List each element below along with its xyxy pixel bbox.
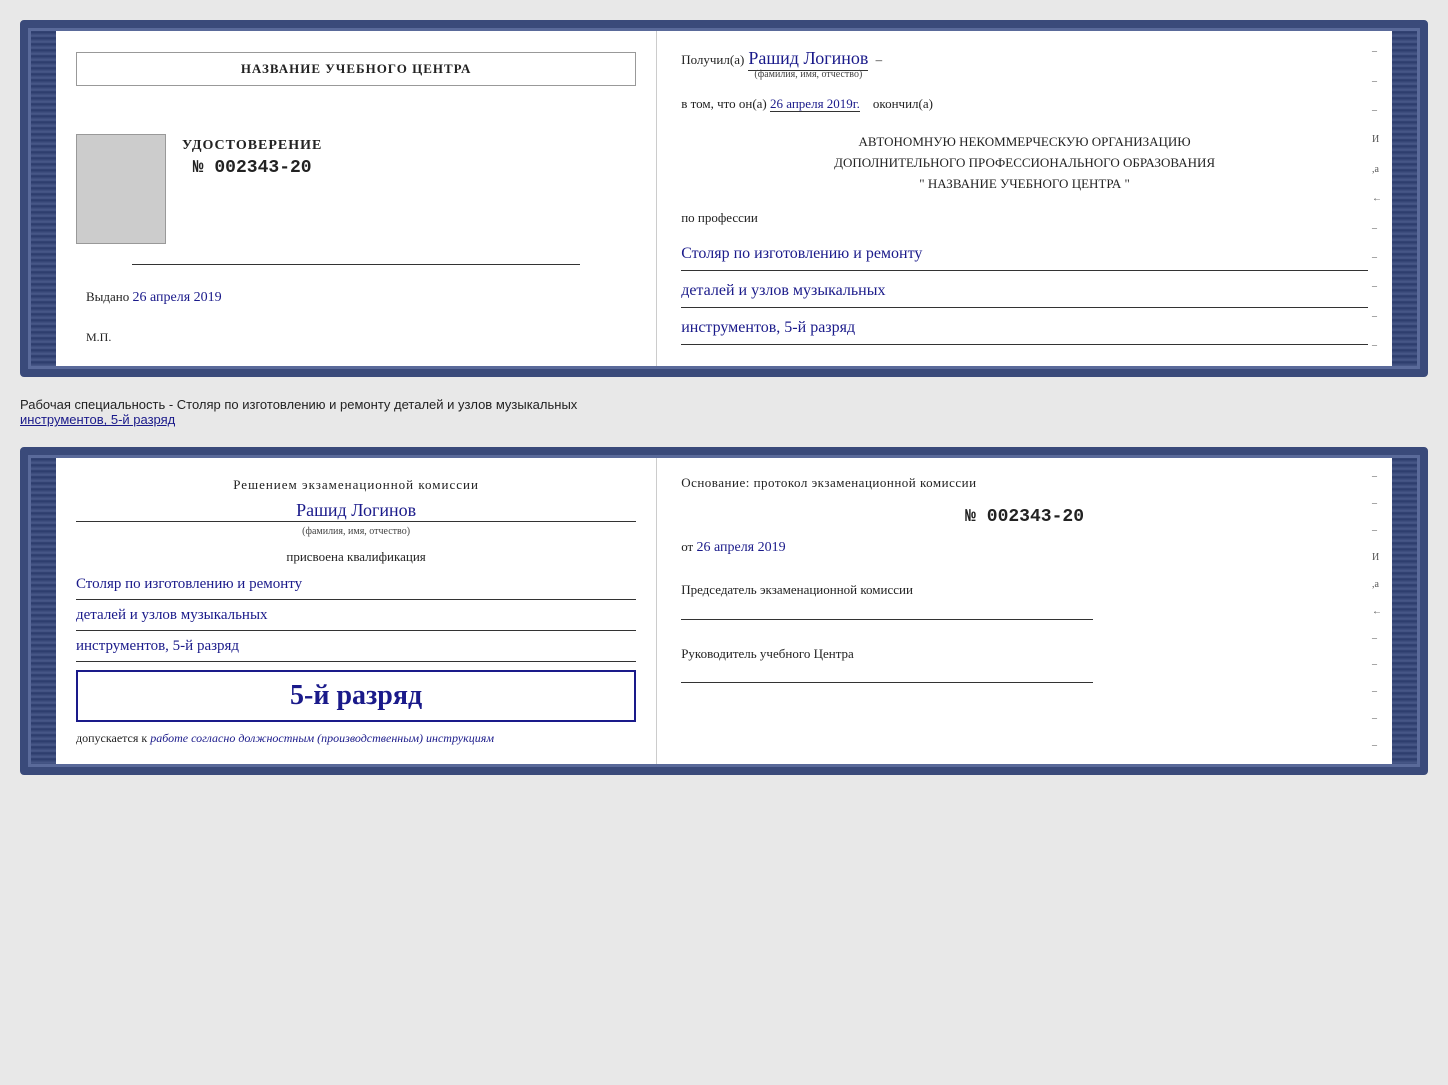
cert2-left-panel: Решением экзаменационной комиссии Рашид … bbox=[56, 455, 657, 767]
resheniem-block: Решением экзаменационной комиссии bbox=[76, 475, 636, 496]
protocol-number: № 002343-20 bbox=[681, 507, 1368, 527]
qual-line-1: Столяр по изготовлению и ремонту bbox=[681, 238, 1368, 271]
vtom-line: в том, что он(а) 26 апреля 2019г. окончи… bbox=[681, 96, 1368, 112]
predsedatel-block: Председатель экзаменационной комиссии bbox=[681, 580, 1368, 620]
spine-right-2 bbox=[1392, 455, 1420, 767]
cert2-qual-line-1: Столяр по изготовлению и ремонту bbox=[76, 569, 636, 600]
poluchil-line: Получил(а) Рашид Логинов (фамилия, имя, … bbox=[681, 48, 1368, 80]
cert2-right-panel: Основание: протокол экзаменационной коми… bbox=[657, 455, 1392, 767]
spine-left bbox=[28, 28, 56, 369]
cert-right-panel: Получил(а) Рашид Логинов (фамилия, имя, … bbox=[657, 28, 1392, 369]
center-name: НАЗВАНИЕ УЧЕБНОГО ЦЕНТРА bbox=[76, 52, 636, 86]
rank-text: 5-й разряд bbox=[94, 680, 618, 712]
cert2-qualification-block: Столяр по изготовлению и ремонту деталей… bbox=[76, 569, 636, 662]
bottom-certificate: Решением экзаменационной комиссии Рашид … bbox=[20, 447, 1428, 775]
dopuskaetsya-block: допускается к работе согласно должностны… bbox=[76, 730, 636, 747]
cert2-fio-sub: (фамилия, имя, отчество) bbox=[76, 526, 636, 537]
deco-right-2: – – – И ,а ← – – – – – bbox=[1372, 455, 1384, 767]
predsedatel-label: Председатель экзаменационной комиссии bbox=[681, 580, 1368, 600]
cert-body-top: НАЗВАНИЕ УЧЕБНОГО ЦЕНТРА УДОСТОВЕРЕНИЕ №… bbox=[56, 28, 1392, 369]
rukovoditel-signature-line bbox=[681, 667, 1093, 683]
po-professii-label: по профессии bbox=[681, 210, 1368, 226]
cert-date: 26 апреля 2019г. bbox=[770, 96, 860, 112]
org-block: АВТОНОМНУЮ НЕКОММЕРЧЕСКУЮ ОРГАНИЗАЦИЮ ДО… bbox=[681, 132, 1368, 194]
cert2-qual-line-2: деталей и узлов музыкальных bbox=[76, 600, 636, 631]
cert-left-panel: НАЗВАНИЕ УЧЕБНОГО ЦЕНТРА УДОСТОВЕРЕНИЕ №… bbox=[56, 28, 657, 369]
recipient-name: Рашид Логинов bbox=[748, 48, 868, 71]
vydano-line: Выдано 26 апреля 2019 bbox=[76, 289, 222, 306]
prisvoena-label: присвоена квалификация bbox=[76, 549, 636, 565]
predsedatel-signature-line bbox=[681, 604, 1093, 620]
dopusk-text: работе согласно должностным (производств… bbox=[150, 731, 494, 745]
ot-line: от 26 апреля 2019 bbox=[681, 539, 1368, 556]
deco-right: – – – И ,а ← – – – – – bbox=[1372, 28, 1384, 369]
specialty-text-1: Рабочая специальность - Столяр по изгото… bbox=[20, 393, 1428, 431]
cert2-recipient-name: Рашид Логинов bbox=[76, 500, 636, 522]
udost-number: № 002343-20 bbox=[182, 158, 322, 178]
udost-block: УДОСТОВЕРЕНИЕ № 002343-20 bbox=[182, 138, 322, 178]
cert2-qual-line-3: инструментов, 5-й разряд bbox=[76, 631, 636, 662]
fio-sublabel: (фамилия, имя, отчество) bbox=[748, 69, 868, 80]
qualification-block: Столяр по изготовлению и ремонту деталей… bbox=[681, 238, 1368, 349]
page-container: НАЗВАНИЕ УЧЕБНОГО ЦЕНТРА УДОСТОВЕРЕНИЕ №… bbox=[20, 20, 1428, 775]
qual-line-3: инструментов, 5-й разряд bbox=[681, 312, 1368, 345]
cert-body-bottom: Решением экзаменационной комиссии Рашид … bbox=[56, 455, 1392, 767]
qual-line-2: деталей и узлов музыкальных bbox=[681, 275, 1368, 308]
spine-right bbox=[1392, 28, 1420, 369]
spine-left-2 bbox=[28, 455, 56, 767]
rukovoditel-label: Руководитель учебного Центра bbox=[681, 644, 1368, 664]
osnovanie-text: Основание: протокол экзаменационной коми… bbox=[681, 475, 1368, 491]
udost-title: УДОСТОВЕРЕНИЕ bbox=[182, 138, 322, 154]
rukovoditel-block: Руководитель учебного Центра bbox=[681, 644, 1368, 684]
photo-placeholder bbox=[76, 134, 166, 244]
top-certificate: НАЗВАНИЕ УЧЕБНОГО ЦЕНТРА УДОСТОВЕРЕНИЕ №… bbox=[20, 20, 1428, 377]
mp-text: М.П. bbox=[76, 330, 111, 345]
rank-box: 5-й разряд bbox=[76, 670, 636, 722]
